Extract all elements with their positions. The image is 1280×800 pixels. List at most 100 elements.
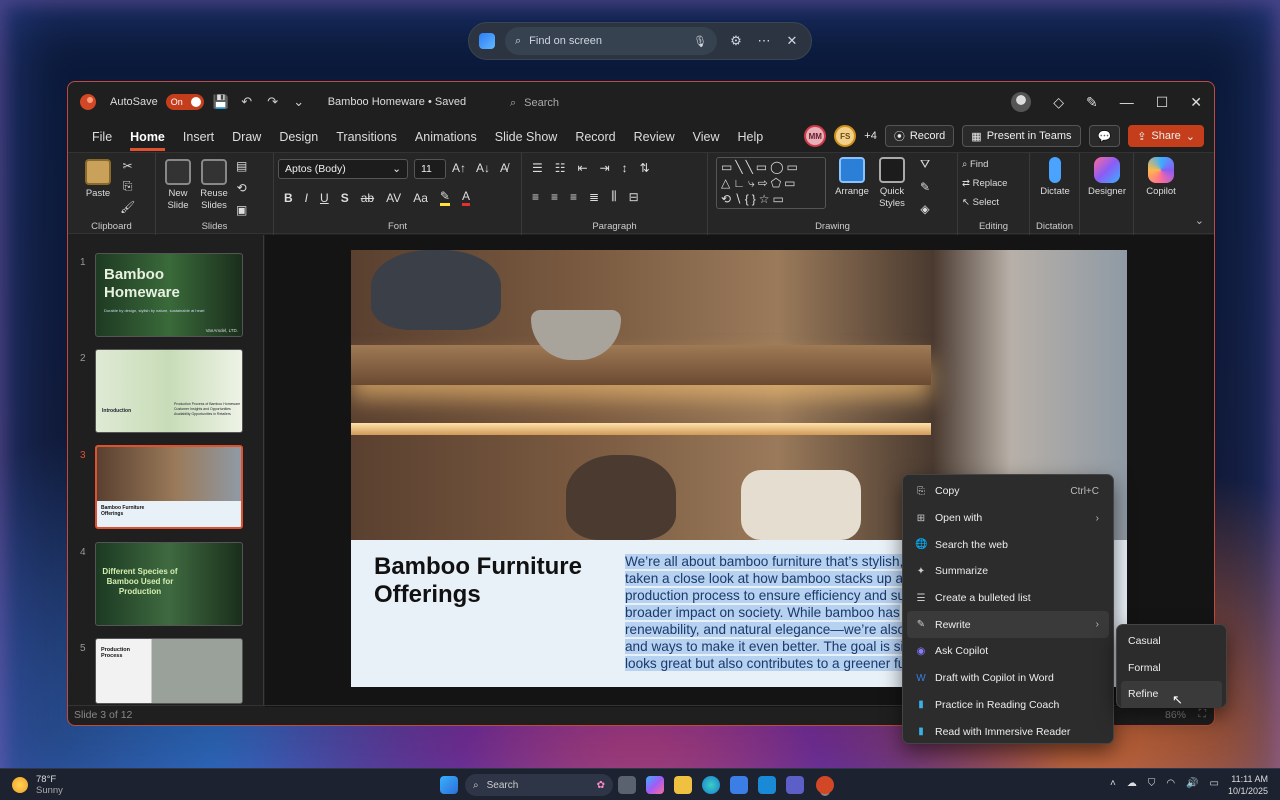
customize-qat-icon[interactable]: ⌄ [290,94,308,110]
shape-fill-icon[interactable]: ⛛ [920,157,930,172]
italic-icon[interactable]: I [305,191,308,205]
change-case-icon[interactable]: Aa [413,191,428,205]
align-left-icon[interactable]: ≡ [532,190,539,204]
designer-button[interactable]: Designer [1086,157,1128,198]
maximize-icon[interactable]: ☐ [1156,94,1169,111]
collaborator-mm[interactable]: MM [804,125,827,147]
menu-item-summarize[interactable]: ✦ Summarize [907,558,1109,585]
reset-icon[interactable]: ⟲ [237,181,247,195]
clock[interactable]: 11:11 AM 10/1/2025 [1228,773,1268,797]
task-view-icon[interactable] [618,776,636,794]
chevron-up-icon[interactable]: ˄ [1110,778,1116,789]
battery-icon[interactable]: ▭ [1210,778,1219,789]
collaborators-more[interactable]: +4 [864,130,877,142]
copilot-button[interactable]: Copilot [1140,157,1182,198]
align-right-icon[interactable]: ≡ [570,190,577,204]
font-family-select[interactable]: Aptos (Body) ⌄ [278,159,408,179]
slide-thumb-4[interactable]: Different Species of Bamboo Used for Pro… [95,542,243,626]
submenu-item-formal[interactable]: Formal [1121,655,1222,682]
tab-draw[interactable]: Draw [232,130,261,144]
copilot-taskbar-icon[interactable] [646,776,664,794]
ribbon-collapse-icon[interactable]: ⌄ [1195,214,1204,227]
shape-effects-icon[interactable]: ◈ [920,202,929,216]
edge-icon[interactable] [702,776,720,794]
underline-icon[interactable]: U [320,191,329,205]
numbering-icon[interactable]: ☷ [555,161,566,175]
mic-icon[interactable]: 🎙 [693,35,707,48]
title-search[interactable]: ⌕ Search [510,92,910,114]
font-size-select[interactable]: 11 [414,159,446,179]
menu-item-open-with[interactable]: ⊞ Open with › [907,505,1109,532]
powerpoint-taskbar-icon[interactable] [816,776,834,794]
tab-animations[interactable]: Animations [415,130,477,144]
document-title[interactable]: Bamboo Homeware • Saved [328,96,466,108]
shape-outline-icon[interactable]: ✎ [920,180,930,194]
tab-insert[interactable]: Insert [183,130,214,144]
copy-icon[interactable]: ⎘ [123,179,133,194]
font-color-icon[interactable]: A [461,189,470,206]
increase-indent-icon[interactable]: ⇥ [600,161,610,175]
pen-icon[interactable]: ✎ [1086,94,1098,111]
redo-icon[interactable]: ↷ [264,94,282,110]
arrange-button[interactable]: Arrange [834,157,870,198]
menu-item-reading-coach[interactable]: ▮ Practice in Reading Coach [907,692,1109,719]
select-button[interactable]: ↖ Select [962,197,999,208]
shadow-icon[interactable]: S [341,191,349,205]
submenu-item-casual[interactable]: Casual [1121,628,1222,655]
tab-help[interactable]: Help [737,130,763,144]
align-text-icon[interactable]: ⊟ [629,190,639,204]
shrink-font-icon[interactable]: A↓ [476,161,490,175]
file-explorer-icon[interactable] [674,776,692,794]
settings-icon[interactable]: ⚙ [727,33,745,49]
quick-styles-button[interactable]: Quick Styles [874,157,910,210]
line-spacing-icon[interactable]: ↕ [622,161,628,175]
cut-icon[interactable]: ✂ [123,159,133,173]
app-icon[interactable] [758,776,776,794]
collaborator-fs[interactable]: FS [834,125,857,147]
tab-review[interactable]: Review [634,130,675,144]
tab-design[interactable]: Design [279,130,318,144]
menu-item-search-web[interactable]: 🌐 Search the web [907,531,1109,558]
slide-thumb-3[interactable]: Bamboo Furniture Offerings [95,445,243,529]
slide-thumb-1[interactable]: Bamboo Homeware Durable by design, styli… [95,253,243,337]
paste-button[interactable]: Paste [82,159,114,200]
record-button[interactable]: ⦿ Record [884,125,955,147]
slide-thumb-2[interactable]: Introduction Production Process of Bambo… [95,349,243,433]
new-slide-button[interactable]: New Slide [162,159,194,212]
wifi-icon[interactable]: ◠ [1166,778,1175,789]
security-icon[interactable]: ⛉ [1148,778,1156,789]
autosave-toggle[interactable]: On [165,94,204,110]
close-window-icon[interactable]: ✕ [1190,94,1202,111]
columns-icon[interactable]: ⫼ [611,189,617,204]
menu-item-copy[interactable]: ⎘ Copy Ctrl+C [907,478,1109,505]
slide-thumb-5[interactable]: Production Process [95,638,243,704]
replace-button[interactable]: ⇄ Replace [962,178,1007,189]
bold-icon[interactable]: B [284,191,293,205]
highlight-icon[interactable]: ✎ [439,189,450,206]
taskbar-search[interactable]: ⌕ Search ✿ [465,774,613,796]
save-icon[interactable]: 💾 [212,94,230,110]
comments-button[interactable]: 💬 [1088,125,1121,147]
menu-item-immersive-reader[interactable]: ▮ Read with Immersive Reader [907,718,1109,745]
justify-icon[interactable]: ≣ [589,190,599,204]
shapes-gallery[interactable]: ▭╲╲▭◯▭ △∟⤷⇨⬠▭ ⟲∖{}☆▭ [716,157,826,209]
zoom-level[interactable]: 86% [1165,709,1186,721]
decrease-indent-icon[interactable]: ⇤ [578,161,588,175]
menu-item-rewrite[interactable]: ✎ Rewrite › [907,611,1109,639]
slide-title[interactable]: Bamboo Furniture Offerings [374,553,614,609]
reuse-slides-button[interactable]: Reuse Slides [198,159,230,212]
weather-widget[interactable]: 78°F Sunny [12,774,63,796]
onedrive-icon[interactable]: ☁ [1127,778,1137,789]
section-icon[interactable]: ▣ [236,203,247,217]
avatar[interactable] [1011,92,1032,112]
store-icon[interactable] [730,776,748,794]
align-center-icon[interactable]: ≡ [551,190,558,204]
strikethrough-icon[interactable]: ab [361,191,374,205]
start-icon[interactable] [440,776,458,794]
more-icon[interactable]: ⋯ [755,33,773,49]
tab-slide-show[interactable]: Slide Show [495,130,558,144]
share-button[interactable]: ⇪ Share ⌄ [1128,125,1204,147]
find-on-screen-input[interactable]: ⌕ Find on screen 🎙 [505,27,717,55]
dictate-button[interactable]: Dictate [1037,157,1073,198]
tab-home[interactable]: Home [130,130,165,151]
